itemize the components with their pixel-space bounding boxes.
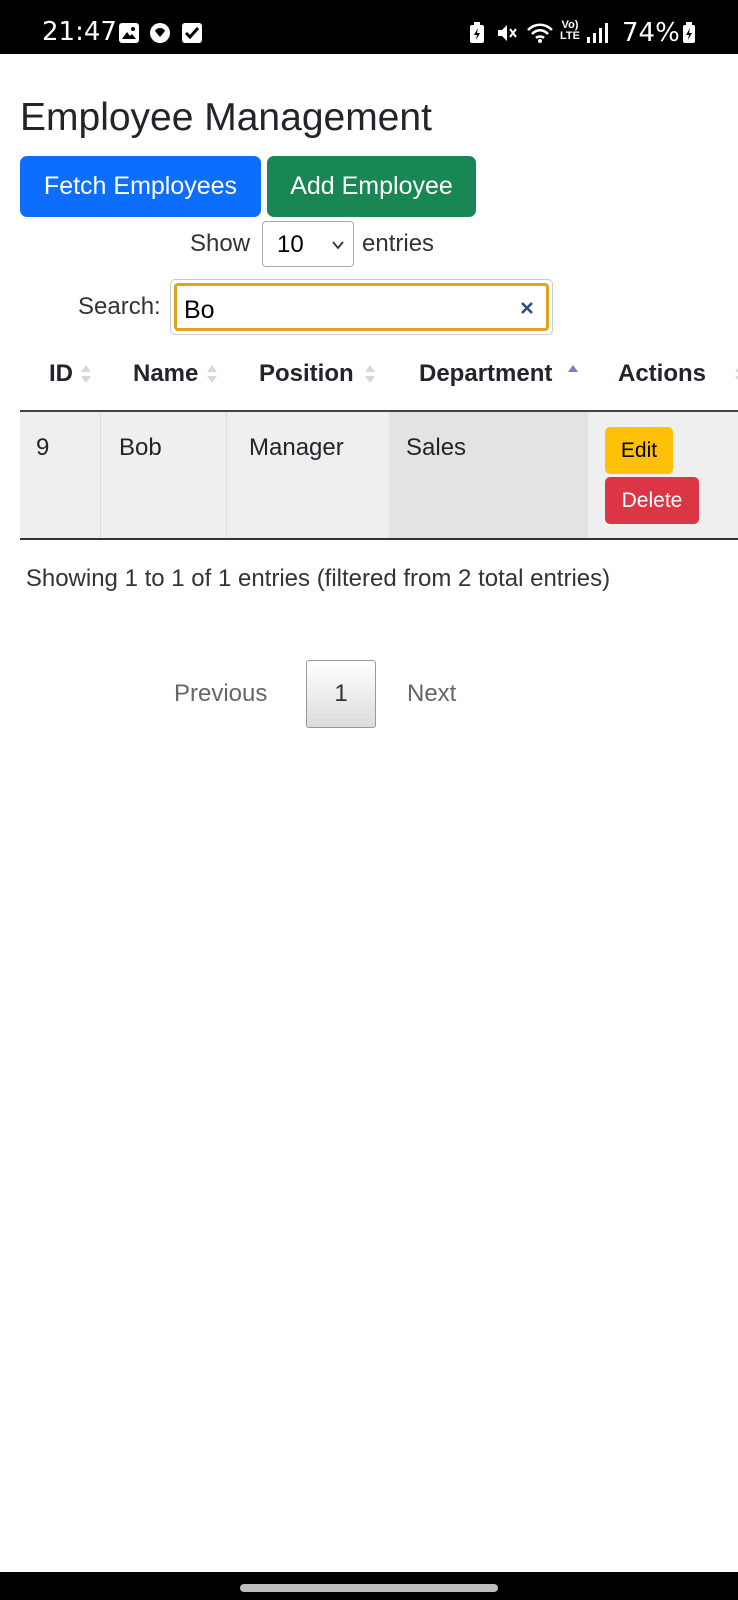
table-bottom-border [20,538,738,540]
show-label: Show [190,230,251,257]
search-input-wrapper: Bo [170,279,553,335]
table-info: Showing 1 to 1 of 1 entries (filtered fr… [25,565,611,592]
search-control: Search: Bo [0,279,738,335]
sort-both-icon [365,365,375,383]
entries-select[interactable]: 10 [262,221,354,267]
wifi-icon [527,23,553,43]
volte-icon: Vo) LTE [560,19,580,42]
column-divider [226,412,227,538]
page-title: Employee Management [20,96,432,139]
battery-percent: 74% [622,18,680,48]
checkbox-icon [182,23,202,43]
gallery-icon [119,23,139,43]
column-header-actions[interactable]: Actions [588,344,738,410]
navigation-bar [0,1572,738,1600]
column-divider [100,412,101,538]
add-employee-button[interactable]: Add Employee [267,156,476,217]
previous-page-button[interactable]: Previous [174,680,267,708]
battery-saver-icon [470,22,484,43]
cell-department: Sales [406,434,467,461]
sort-ascending-icon [568,365,578,372]
edit-button[interactable]: Edit [605,427,673,474]
delete-button[interactable]: Delete [605,477,699,524]
column-header-name[interactable]: Name [100,344,226,410]
search-input-value: Bo [184,296,215,324]
search-input[interactable]: Bo [174,283,549,331]
sort-both-icon [207,365,217,383]
sort-both-icon [81,365,91,383]
fetch-employees-button[interactable]: Fetch Employees [20,156,261,217]
status-time: 21:47 [42,17,117,47]
sort-both-icon [735,367,738,381]
search-label: Search: [78,293,161,320]
pagination: Previous 1 Next [0,660,738,728]
cell-name: Bob [119,434,162,461]
next-page-button[interactable]: Next [407,680,456,708]
column-header-position[interactable]: Position [226,344,389,410]
clear-search-icon[interactable] [518,299,536,317]
status-bar: 21:47 Vo) LTE 74% [0,0,738,54]
page-button-current[interactable]: 1 [306,660,376,728]
home-indicator[interactable] [240,1584,498,1592]
mute-icon [498,25,517,41]
signal-icon [587,23,608,43]
column-header-id[interactable]: ID [20,344,100,410]
battery-icon [683,22,695,43]
table-row: 9 Bob Manager Sales Edit Delete [20,412,738,538]
cell-position: Manager [249,434,344,461]
entries-label: entries [362,230,435,257]
length-control: Show 10 entries [0,221,738,267]
entries-select-value: 10 [277,231,304,258]
cell-id: 9 [36,434,50,461]
messenger-icon [150,23,170,43]
chevron-down-icon [332,241,344,250]
column-header-department[interactable]: Department [389,344,588,410]
sorted-column-highlight [389,412,588,538]
